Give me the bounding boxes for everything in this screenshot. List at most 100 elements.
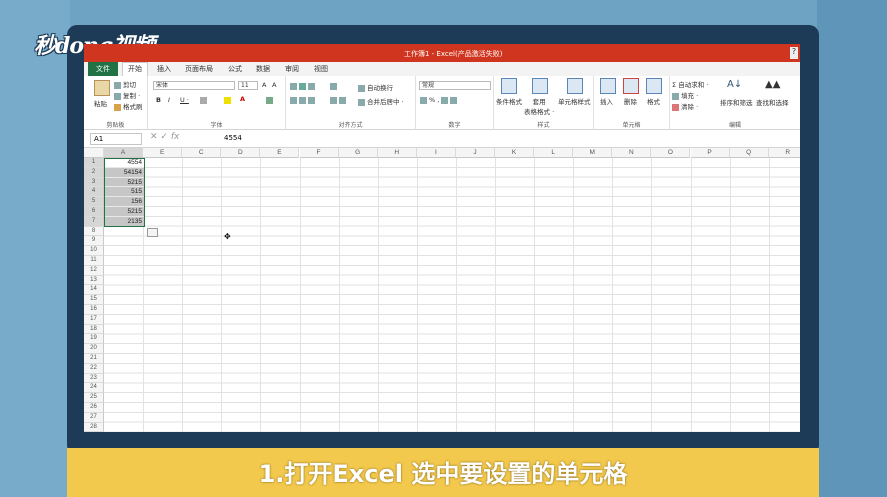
enter-icon[interactable]: ✓ [160,132,168,142]
help-button[interactable]: ? [790,47,798,59]
row-header[interactable]: 1 [84,158,104,168]
name-box[interactable]: A1 [90,133,142,145]
tab-page-layout[interactable]: 页面布局 [185,64,213,74]
row-header[interactable]: 18 [84,324,104,335]
row-header[interactable]: 23 [84,373,104,384]
row-header[interactable]: 6 [84,207,104,217]
find-select-button[interactable]: 查找和选择 [756,97,789,107]
row-header[interactable]: 16 [84,305,104,315]
column-header[interactable]: E [143,148,183,158]
merge-center-button[interactable]: 合并后居中 · [358,96,404,106]
row-header[interactable]: 24 [84,383,104,394]
align-left-buttons[interactable] [290,96,317,104]
number-format-select[interactable]: 常规 [419,81,491,90]
row-header[interactable]: 8 [84,226,104,237]
quick-analysis-icon[interactable] [147,228,158,237]
number-format-buttons[interactable]: % , [420,96,459,104]
column-header[interactable]: C [182,148,222,158]
format-painter-button[interactable]: 格式刷 [114,101,143,111]
delete-cells-button[interactable]: 删除 [624,96,637,106]
fill-button[interactable]: 填充 · [672,90,698,100]
row-header[interactable]: 14 [84,285,104,296]
font-name-select[interactable]: 宋体 [153,81,235,90]
column-header[interactable]: I [416,148,456,158]
row-header[interactable]: 15 [84,295,104,305]
row-header[interactable]: 4 [84,187,104,198]
wrap-text-button[interactable]: 自动换行 [358,82,393,92]
orientation-button[interactable] [330,82,339,90]
conditional-format-button[interactable]: 条件格式 [496,96,522,106]
sort-filter-button[interactable]: 排序和筛选 [720,97,753,107]
underline-button[interactable]: U · [180,96,189,104]
font-shrink-button[interactable]: A [272,81,276,89]
row-header[interactable]: 19 [84,334,104,345]
column-header[interactable]: A [104,148,144,158]
cancel-icon[interactable]: ✕ [150,132,158,142]
autosum-button[interactable]: Σ 自动求和 · [672,79,708,89]
spreadsheet-grid[interactable]: AECDEFGHIJKLMNOPQR 1 4554 2 54154 3 5215 4 515 5… [84,148,800,432]
row-header[interactable]: 9 [84,236,104,247]
cut-button[interactable]: 剪切 [114,79,136,89]
row-header[interactable]: 12 [84,265,104,276]
row-header[interactable]: 7 [84,216,104,227]
column-header[interactable]: E [260,148,300,158]
row-header[interactable]: 17 [84,314,104,325]
column-header[interactable]: H [377,148,417,158]
tab-file[interactable]: 文件 [88,62,118,76]
fx-icon[interactable]: fx [171,132,180,142]
column-header[interactable]: N [612,148,652,158]
bold-button[interactable]: B [156,96,161,104]
row-header[interactable]: 10 [84,246,104,256]
row-header[interactable]: 25 [84,393,104,403]
font-color-button[interactable]: A [240,95,245,103]
font-grow-button[interactable]: A [262,81,266,89]
tab-insert[interactable]: 插入 [157,64,171,74]
column-header[interactable]: J [455,148,495,158]
clear-button[interactable]: 清除 · [672,101,698,111]
caption-bar: 1.打开Excel 选中要设置的单元格 [67,448,819,497]
row-header[interactable]: 21 [84,354,104,364]
phonetic-button[interactable] [266,96,275,104]
font-size-select[interactable]: 11 [238,81,258,90]
format-cells-button[interactable]: 格式 [647,96,660,106]
column-header[interactable]: L [534,148,574,158]
tab-home[interactable]: 开始 [122,62,148,76]
row-header[interactable]: 20 [84,344,104,354]
tab-view[interactable]: 视图 [314,64,328,74]
column-header[interactable]: F [299,148,339,158]
column-header[interactable]: M [573,148,613,158]
row-header[interactable]: 3 [84,177,104,188]
column-header[interactable]: K [495,148,535,158]
row-header[interactable]: 22 [84,363,104,374]
column-header[interactable]: O [651,148,691,158]
paste-button[interactable]: 粘贴 [94,98,107,108]
row-header[interactable]: 26 [84,403,104,413]
select-all-corner[interactable] [84,148,104,158]
align-middle-icon [299,82,306,90]
formula-input[interactable]: 4554 [224,134,242,142]
row-header[interactable]: 11 [84,256,104,266]
column-header[interactable]: G [338,148,378,158]
border-button[interactable] [200,96,209,104]
tab-review[interactable]: 审阅 [285,64,299,74]
column-header[interactable]: P [690,148,730,158]
cell-styles-button[interactable]: 单元格样式 [558,96,591,106]
tab-formulas[interactable]: 公式 [228,64,242,74]
column-header[interactable]: D [221,148,261,158]
column-header[interactable]: R [768,148,800,158]
fill-color-button[interactable] [224,96,233,104]
row-header[interactable]: 13 [84,275,104,286]
tab-data[interactable]: 数据 [256,64,270,74]
cell-styles-icon [567,78,583,94]
indent-buttons[interactable] [330,96,348,104]
row-header[interactable]: 27 [84,412,104,423]
italic-button[interactable]: I [168,96,170,104]
insert-cells-button[interactable]: 插入 [600,96,613,106]
row-header[interactable]: 5 [84,197,104,207]
copy-button[interactable]: 复制 · [114,90,140,100]
table-format-button[interactable]: 套用 表格格式 · [524,96,554,116]
align-top-buttons[interactable] [290,82,317,90]
row-header[interactable]: 28 [84,422,104,432]
row-header[interactable]: 2 [84,167,104,178]
column-header[interactable]: Q [729,148,769,158]
